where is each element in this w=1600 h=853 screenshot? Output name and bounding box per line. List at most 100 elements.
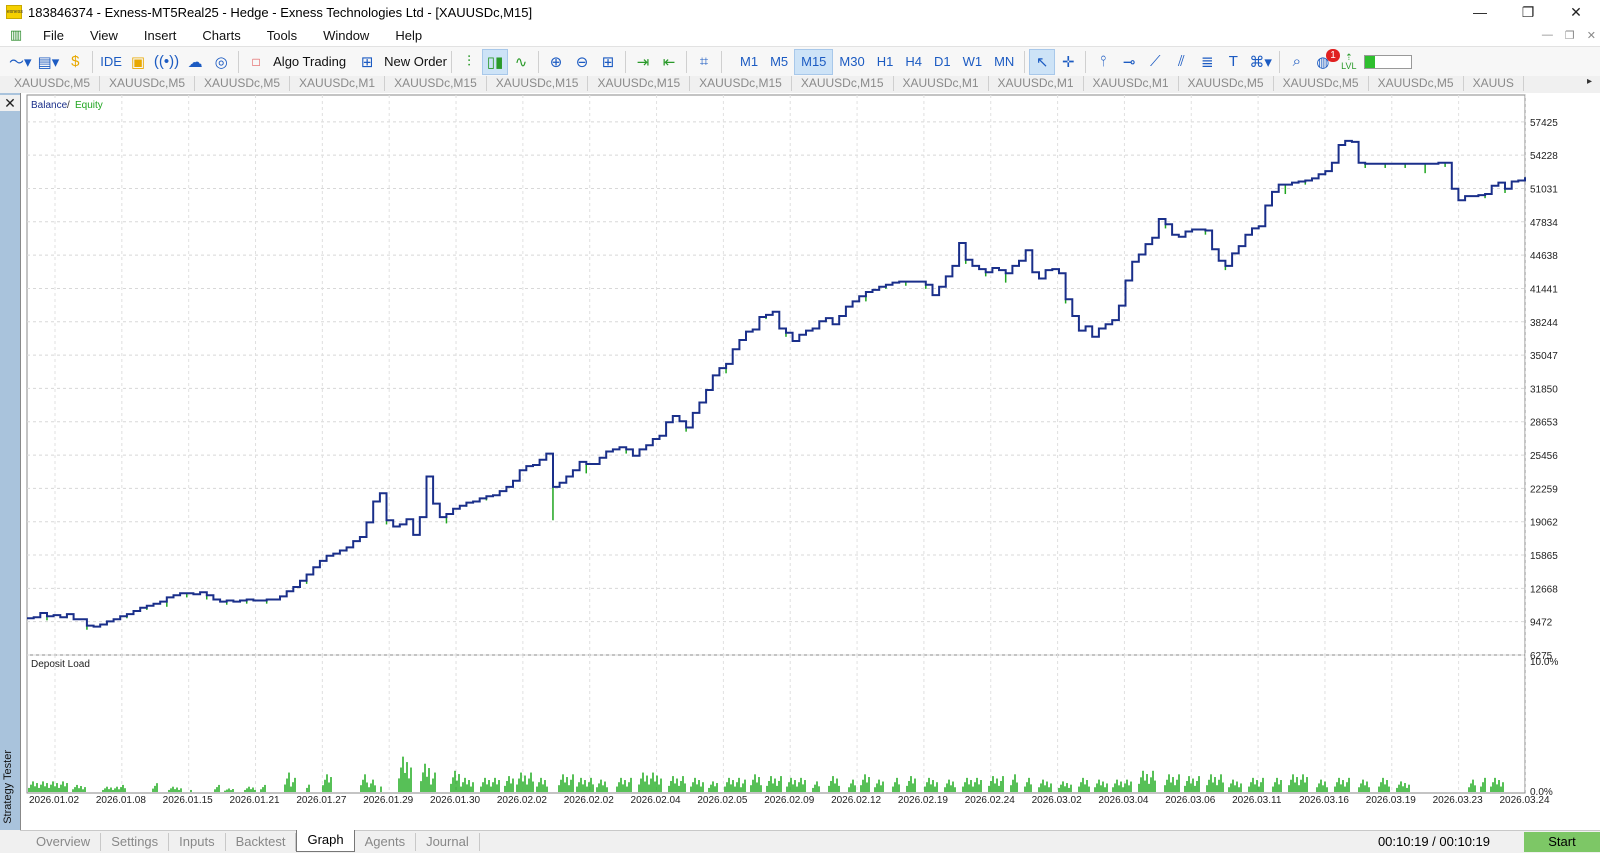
tab-overview[interactable]: Overview [26, 833, 102, 851]
shapes-dropdown-icon[interactable]: ⌘▾ [1246, 49, 1275, 75]
legend-separator: / [67, 100, 70, 111]
tabs-scroll-right-icon[interactable]: ▸ [1587, 76, 1592, 87]
y-tick-label: 28653 [1530, 418, 1558, 429]
new-order-icon[interactable]: ⊞ [354, 49, 380, 75]
y-tick-label: 44638 [1530, 251, 1558, 262]
market-bag-icon[interactable]: ▣ [125, 49, 151, 75]
horizontal-line-icon[interactable]: ⊸ [1116, 49, 1142, 75]
menu-window[interactable]: Window [310, 28, 382, 43]
chart-tab[interactable]: XAUUSDc,M15 [588, 76, 691, 91]
timeframe-h4[interactable]: H4 [899, 49, 928, 75]
ide-button[interactable]: IDE [97, 49, 125, 75]
minimize-button[interactable]: — [1456, 0, 1504, 24]
channel-icon[interactable]: ⫽ [1168, 49, 1194, 75]
start-button[interactable]: Start [1524, 832, 1600, 852]
chart-tab[interactable]: XAUUSDc,M5 [1274, 76, 1369, 91]
chart-window-icon[interactable]: ▥ [6, 26, 26, 44]
chart-tab[interactable]: XAUUSDc,M5 [195, 76, 291, 91]
chart-tab[interactable]: XAUUS [1464, 76, 1524, 91]
community-icon[interactable]: ◎ [208, 49, 234, 75]
tab-inputs[interactable]: Inputs [169, 833, 226, 851]
tab-graph[interactable]: Graph [296, 830, 355, 852]
new-order-button[interactable]: New Order [384, 54, 447, 69]
line-chart-icon[interactable]: ∿ [508, 49, 534, 75]
chart-tab[interactable]: XAUUSDc,M1 [894, 76, 989, 91]
timeframe-m30[interactable]: M30 [833, 49, 870, 75]
chart-shift-icon[interactable]: ⇤ [656, 49, 682, 75]
chart-templates-icon[interactable]: ▤▾ [35, 49, 63, 75]
trendline-icon[interactable]: ⟋ [1142, 49, 1168, 75]
menu-insert[interactable]: Insert [131, 28, 190, 43]
x-tick-label: 2026.03.16 [1299, 795, 1349, 806]
menu-charts[interactable]: Charts [189, 28, 253, 43]
tester-close-icon[interactable]: ✕ [0, 95, 20, 111]
mdi-minimize-icon[interactable]: — [1542, 29, 1553, 41]
timeframe-m1[interactable]: M1 [734, 49, 764, 75]
y-tick-label: 9472 [1530, 618, 1553, 629]
algo-trading-stop-icon[interactable]: □ [243, 49, 269, 75]
x-tick-label: 2026.01.15 [163, 795, 213, 806]
notifications-icon[interactable]: ◍ 1 [1310, 48, 1340, 75]
timeframe-m5[interactable]: M5 [764, 49, 794, 75]
cursor-icon[interactable]: ↖ [1029, 48, 1056, 75]
crosshair-icon[interactable]: ✛ [1055, 49, 1081, 75]
strategy-tester-label: Strategy Tester [2, 750, 14, 824]
menu-view[interactable]: View [77, 28, 131, 43]
zoom-in-icon[interactable]: ⊕ [543, 49, 569, 75]
toolbar-separator [238, 50, 240, 73]
toolbar-separator [625, 50, 626, 73]
x-tick-label: 2026.02.02 [564, 795, 614, 806]
tab-backtest[interactable]: Backtest [226, 833, 297, 851]
vertical-line-icon[interactable]: ⫯ [1090, 49, 1116, 75]
timeframe-mn[interactable]: MN [988, 49, 1020, 75]
chart-tab[interactable]: XAUUSDc,M15 [385, 76, 487, 91]
chart-tab[interactable]: XAUUSDc,M15 [690, 76, 792, 91]
timeframe-w1[interactable]: W1 [957, 49, 989, 75]
signals-icon[interactable]: ((•)) [151, 49, 182, 75]
text-tool-icon[interactable]: T [1220, 49, 1246, 75]
market-dollar-icon[interactable]: $ [62, 49, 88, 75]
main-toolbar: 〜▾ ▤▾ $ IDE ▣ ((•)) ☁ ◎ □ Algo Trading ⊞… [0, 46, 1600, 76]
restore-button[interactable]: ❐ [1504, 0, 1552, 24]
candlestick-icon[interactable]: ▯▮ [482, 48, 508, 75]
tab-agents[interactable]: Agents [355, 833, 417, 851]
tile-windows-icon[interactable]: ⊞ [595, 49, 621, 75]
zoom-out-icon[interactable]: ⊖ [569, 49, 595, 75]
test-timer: 00:10:19 / 00:10:19 [1377, 834, 1490, 849]
window-title: 183846374 - Exness-MT5Real25 - Hedge - E… [28, 4, 533, 20]
screenshot-icon[interactable]: ⌗ [691, 49, 717, 75]
menu-tools[interactable]: Tools [254, 28, 310, 43]
toolbar-separator [451, 50, 452, 73]
y-tick-label: 22259 [1530, 484, 1558, 495]
chart-tab[interactable]: XAUUSDc,M5 [1369, 76, 1464, 91]
chart-tab[interactable]: XAUUSDc,M1 [989, 76, 1084, 91]
timeframe-d1[interactable]: D1 [928, 49, 957, 75]
chart-tab[interactable]: XAUUSDc,M1 [290, 76, 386, 91]
vps-cloud-icon[interactable]: ☁ [182, 49, 208, 75]
lvl-icon[interactable]: ⇡ LVL [1336, 49, 1362, 75]
line-chart-dropdown-icon[interactable]: 〜▾ [6, 49, 35, 75]
search-icon[interactable]: ⌕ [1284, 49, 1310, 75]
tab-journal[interactable]: Journal [416, 833, 480, 851]
chart-tab[interactable]: XAUUSDc,M5 [0, 76, 101, 91]
close-button[interactable]: ✕ [1552, 0, 1600, 24]
x-tick-label: 2026.03.19 [1366, 795, 1416, 806]
timeframe-m15[interactable]: M15 [794, 48, 834, 75]
menu-file[interactable]: File [30, 28, 77, 43]
auto-scroll-icon[interactable]: ⇥ [630, 49, 656, 75]
mdi-restore-icon[interactable]: ❐ [1565, 29, 1575, 42]
bar-chart-icon[interactable]: ⫶ [456, 49, 482, 75]
timeframe-h1[interactable]: H1 [871, 49, 900, 75]
algo-trading-button[interactable]: Algo Trading [273, 54, 346, 69]
level-progress-fill [1364, 55, 1375, 68]
x-tick-label: 2026.03.04 [1098, 795, 1148, 806]
chart-tab[interactable]: XAUUSDc,M15 [792, 76, 894, 91]
tab-settings[interactable]: Settings [101, 833, 170, 851]
chart-tab[interactable]: XAUUSDc,M15 [487, 76, 589, 91]
mdi-close-icon[interactable]: ✕ [1587, 29, 1596, 42]
chart-tab[interactable]: XAUUSDc,M1 [1084, 76, 1179, 91]
fibonacci-icon[interactable]: ≣ [1194, 49, 1220, 75]
chart-tab[interactable]: XAUUSDc,M5 [100, 76, 196, 91]
menu-help[interactable]: Help [382, 28, 435, 43]
chart-tab[interactable]: XAUUSDc,M5 [1179, 76, 1274, 91]
